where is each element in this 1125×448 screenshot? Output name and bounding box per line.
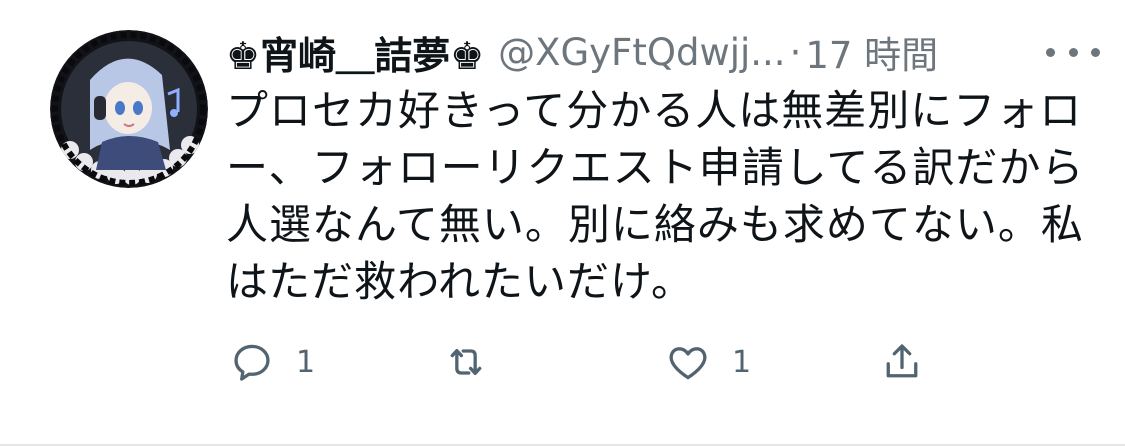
display-name[interactable]: ♚宵崎＿詰夢♚ <box>226 25 484 80</box>
share-icon <box>886 344 918 378</box>
separator-dot: · <box>789 30 802 74</box>
share-button[interactable] <box>880 332 924 392</box>
reply-button[interactable]: 1 <box>230 332 315 392</box>
divider <box>0 444 1125 446</box>
avatar-image <box>50 30 208 188</box>
avatar[interactable] <box>50 30 208 188</box>
retweet-icon <box>450 348 482 376</box>
retweet-button[interactable] <box>444 332 510 392</box>
tweet-actions: 1 1 <box>226 332 986 392</box>
timestamp[interactable]: 17 時間 <box>805 25 938 79</box>
tweet-header: ♚宵崎＿詰夢♚ @XGyFtQdwjj... · 17 時間 <box>226 24 1106 80</box>
user-handle[interactable]: @XGyFtQdwjj... <box>498 31 785 74</box>
like-button[interactable]: 1 <box>666 332 751 392</box>
heart-icon <box>669 347 707 380</box>
tweet-text: プロセカ好きって分かる人は無差別にフォロー、フォローリクエスト申請してる訳だから… <box>226 86 1085 306</box>
more-horizontal-icon[interactable] <box>1046 34 1100 70</box>
reply-icon <box>234 344 270 381</box>
reply-count: 1 <box>296 344 316 380</box>
tweet[interactable]: ♚宵崎＿詰夢♚ @XGyFtQdwjj... · 17 時間 プロセカ好きって分… <box>0 0 1125 448</box>
like-count: 1 <box>732 344 752 380</box>
